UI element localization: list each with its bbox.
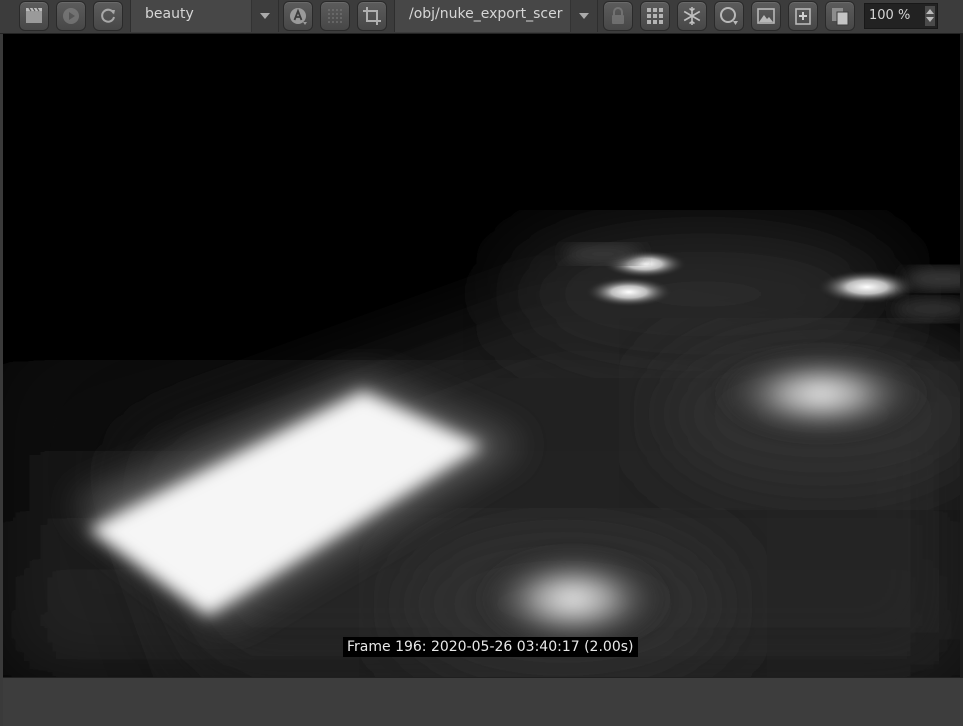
image-icon xyxy=(757,8,775,24)
camera-value: /obj/nuke_export_scer xyxy=(409,6,563,22)
refresh-button[interactable] xyxy=(93,1,123,31)
render-button[interactable] xyxy=(56,1,86,31)
snapshot-button[interactable] xyxy=(714,1,744,31)
zoom-stepper[interactable] xyxy=(925,6,935,26)
grid-icon xyxy=(647,8,663,24)
copy-icon xyxy=(832,8,849,26)
add-button[interactable] xyxy=(788,1,818,31)
grid-dotted-button[interactable] xyxy=(320,1,350,31)
lock-icon xyxy=(612,7,624,24)
zoom-value: 100 % xyxy=(869,8,911,23)
snapshot-icon xyxy=(720,7,738,25)
snowflake-button[interactable] xyxy=(677,1,707,31)
chevron-down-icon[interactable] xyxy=(251,0,278,32)
render-icon xyxy=(63,8,79,24)
render-image xyxy=(3,34,960,677)
snowflake-icon xyxy=(683,7,701,25)
add-icon xyxy=(795,8,811,25)
camera-dropdown[interactable]: /obj/nuke_export_scer xyxy=(394,0,598,32)
lock-button[interactable] xyxy=(603,1,633,31)
render-view-window: beauty /obj/nuke_export_scer 100 % Frame… xyxy=(0,0,963,726)
chevron-down-icon[interactable] xyxy=(570,0,597,32)
image-button[interactable] xyxy=(751,1,781,31)
toolbar: beauty /obj/nuke_export_scer 100 % xyxy=(0,0,963,34)
render-region-icon xyxy=(26,7,42,23)
copy-button[interactable] xyxy=(825,1,855,31)
render-viewport[interactable]: Frame 196: 2020-05-26 03:40:17 (2.00s) xyxy=(3,34,963,677)
crop-button[interactable] xyxy=(357,1,387,31)
frame-info-caption: Frame 196: 2020-05-26 03:40:17 (2.00s) xyxy=(343,637,638,657)
aov-label-button[interactable] xyxy=(283,1,313,31)
grid-button[interactable] xyxy=(640,1,670,31)
aov-dropdown[interactable]: beauty xyxy=(130,0,279,32)
crop-icon xyxy=(363,7,381,25)
render-region-button[interactable] xyxy=(19,1,49,31)
aov-label-icon xyxy=(290,8,307,25)
refresh-icon xyxy=(101,8,115,23)
bottom-bar xyxy=(3,677,963,726)
aov-value: beauty xyxy=(145,6,194,22)
grid-dotted-icon xyxy=(328,9,342,23)
zoom-field[interactable]: 100 % xyxy=(864,3,938,29)
